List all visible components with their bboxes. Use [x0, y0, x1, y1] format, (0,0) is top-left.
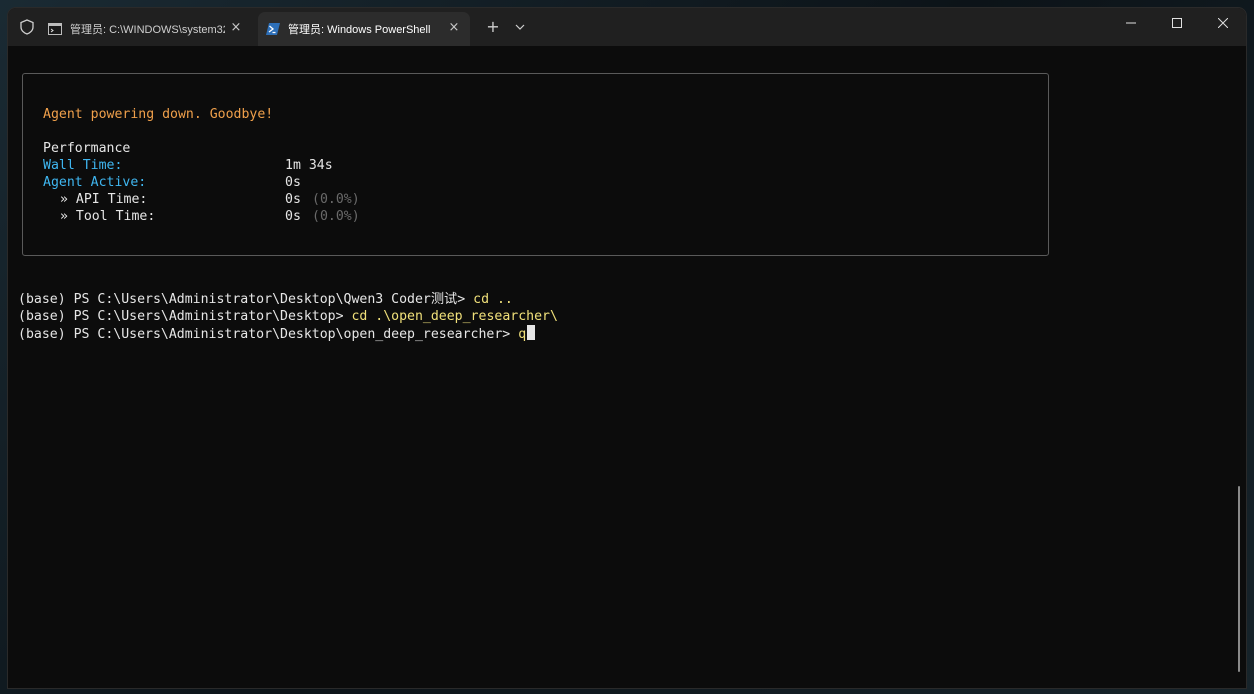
command-text: cd .\open_deep_researcher\ — [351, 309, 558, 324]
summary-panel — [22, 73, 1049, 256]
command-text: cd .. — [473, 292, 513, 307]
goodbye-message: Agent powering down. Goodbye! — [43, 107, 274, 122]
agent-active-label: Agent Active: — [43, 175, 147, 190]
api-time-value: 0s — [285, 192, 301, 207]
prompt-text: (base) PS C:\Users\Administrator\Desktop… — [18, 309, 352, 324]
api-time-percent: (0.0%) — [312, 192, 360, 207]
prompt-line: (base) PS C:\Users\Administrator\Desktop… — [18, 325, 536, 342]
powershell-icon — [266, 23, 280, 35]
cmd-icon — [48, 23, 62, 35]
minimize-icon — [1126, 22, 1136, 24]
tab-powershell[interactable]: 管理员: Windows PowerShell × — [258, 12, 470, 46]
wall-time-value: 1m 34s — [285, 158, 333, 173]
tab-cmd-label: 管理员: C:\WINDOWS\system32 — [70, 24, 225, 36]
tab-cmd[interactable]: 管理员: C:\WINDOWS\system32 × — [40, 12, 252, 46]
chevron-down-icon[interactable] — [512, 18, 528, 36]
wall-time-label: Wall Time: — [43, 158, 123, 173]
shield-icon — [20, 19, 34, 35]
agent-active-value: 0s — [285, 175, 301, 190]
terminal-output[interactable]: Agent powering down. Goodbye! Performanc… — [8, 46, 1246, 688]
terminal-window: 管理员: C:\WINDOWS\system32 × 管理员: Windows … — [8, 8, 1246, 688]
title-bar: 管理员: C:\WINDOWS\system32 × 管理员: Windows … — [8, 8, 1246, 46]
prompt-line: (base) PS C:\Users\Administrator\Desktop… — [18, 308, 558, 325]
close-icon[interactable]: × — [230, 21, 242, 34]
api-time-label: » API Time: — [60, 192, 148, 207]
prompt-text: (base) PS C:\Users\Administrator\Desktop… — [18, 327, 519, 342]
minimize-button[interactable] — [1108, 8, 1154, 38]
tool-time-value: 0s — [285, 209, 301, 224]
command-text: q — [518, 327, 527, 342]
close-icon[interactable]: × — [448, 21, 460, 34]
new-tab-button[interactable]: + — [484, 18, 502, 36]
scrollbar-thumb[interactable] — [1238, 486, 1240, 672]
text-cursor — [527, 325, 536, 340]
maximize-button[interactable] — [1154, 8, 1200, 38]
tool-time-label: » Tool Time: — [60, 209, 156, 224]
prompt-text: (base) PS C:\Users\Administrator\Desktop… — [18, 292, 474, 307]
tool-time-percent: (0.0%) — [312, 209, 360, 224]
close-window-button[interactable] — [1200, 8, 1246, 38]
tab-powershell-label: 管理员: Windows PowerShell — [288, 24, 431, 36]
maximize-icon — [1172, 18, 1182, 28]
performance-heading: Performance — [43, 141, 131, 156]
prompt-line: (base) PS C:\Users\Administrator\Desktop… — [18, 291, 513, 308]
close-icon — [1218, 18, 1228, 28]
